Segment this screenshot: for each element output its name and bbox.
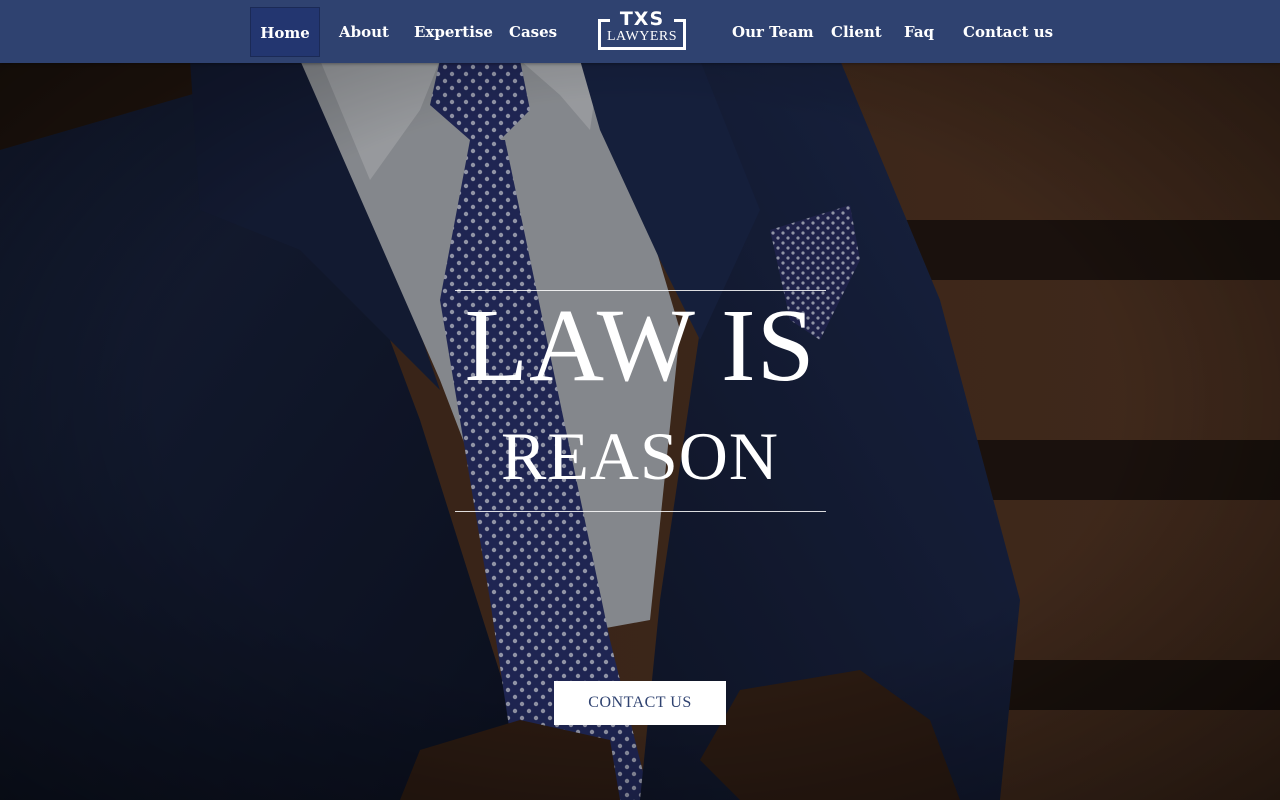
hero-headline-line1: LAW IS <box>464 288 816 403</box>
page: Home About Expertise Cases TXS LAWYERS O… <box>0 0 1280 800</box>
nav-item-our-team[interactable]: Our Team <box>717 7 829 57</box>
nav-item-contact-us[interactable]: Contact us <box>948 7 1068 57</box>
contact-us-button[interactable]: CONTACT US <box>554 681 726 725</box>
logo-bottom-text: LAWYERS <box>606 29 678 44</box>
logo-top-text: TXS <box>619 8 665 30</box>
nav-item-cases[interactable]: Cases <box>494 7 572 57</box>
nav-item-faq[interactable]: Faq <box>889 7 949 57</box>
headline-bottom-divider <box>455 511 826 512</box>
nav-item-expertise[interactable]: Expertise <box>399 7 508 57</box>
nav-item-client[interactable]: Client <box>816 7 897 57</box>
logo[interactable]: TXS LAWYERS <box>598 8 686 52</box>
top-navigation: Home About Expertise Cases TXS LAWYERS O… <box>0 0 1280 63</box>
hero-headline-line2: REASON <box>500 418 780 494</box>
nav-item-home[interactable]: Home <box>250 7 320 57</box>
nav-item-about[interactable]: About <box>324 7 404 57</box>
